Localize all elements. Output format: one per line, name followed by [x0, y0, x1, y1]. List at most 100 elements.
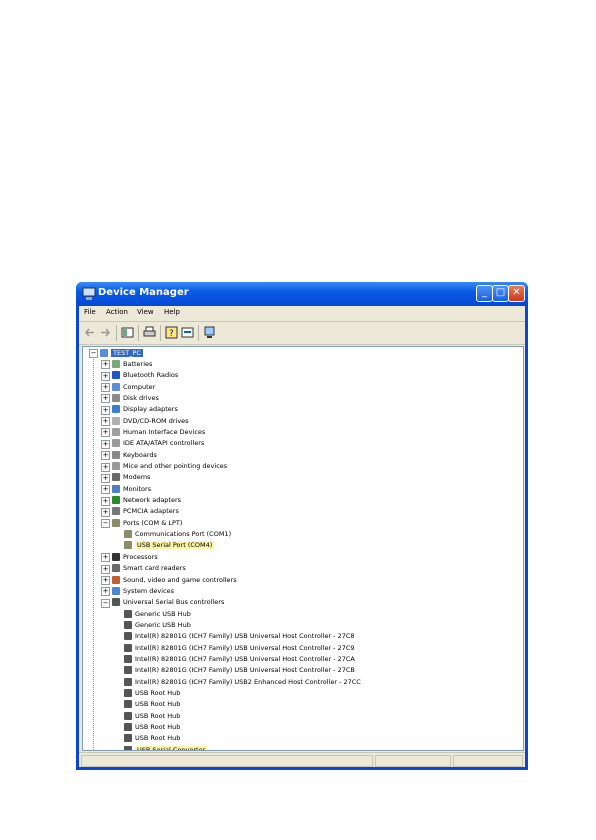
tree-category[interactable]: Batteries: [112, 359, 152, 370]
tree-category[interactable]: Sound, video and game controllers: [112, 575, 237, 586]
tree-category[interactable]: PCMCIA adapters: [112, 506, 179, 517]
back-icon[interactable]: [83, 326, 96, 339]
expand-toggle[interactable]: +: [101, 496, 110, 506]
menu-file[interactable]: File: [84, 308, 96, 316]
expand-toggle[interactable]: +: [101, 405, 110, 415]
expand-toggle[interactable]: +: [101, 439, 110, 449]
computer-icon: [100, 348, 108, 357]
tree-category[interactable]: System devices: [112, 586, 174, 597]
menu-action[interactable]: Action: [106, 308, 128, 316]
pcmcia-icon: [112, 507, 120, 516]
expand-toggle[interactable]: +: [101, 553, 110, 563]
tree-device[interactable]: USB Root Hub: [124, 699, 180, 710]
tree-category[interactable]: Processors: [112, 552, 158, 563]
tree-device[interactable]: Intel(R) 82801G (ICH7 Family) USB Univer…: [124, 654, 355, 665]
tree-root[interactable]: TEST_PC: [100, 348, 143, 359]
tree-label: Bluetooth Radios: [123, 371, 179, 380]
usb-icon: [124, 609, 132, 618]
tree-label: TEST_PC: [111, 348, 143, 357]
tree-category[interactable]: Network adapters: [112, 495, 181, 506]
tree-device[interactable]: Intel(R) 82801G (ICH7 Family) USB Univer…: [124, 631, 355, 642]
tree-device[interactable]: USB Serial Converter: [124, 745, 208, 750]
usb-icon: [124, 711, 132, 720]
tree-device[interactable]: USB Root Hub: [124, 688, 180, 699]
sound-icon: [112, 575, 120, 584]
menu-view[interactable]: View: [137, 308, 154, 316]
tree-label: Generic USB Hub: [135, 609, 191, 618]
tree-category[interactable]: Human Interface Devices: [112, 427, 205, 438]
expand-toggle[interactable]: −: [101, 519, 110, 529]
menu-help[interactable]: Help: [164, 308, 180, 316]
tree-label: Intel(R) 82801G (ICH7 Family) USB Univer…: [135, 632, 355, 641]
minimize-button[interactable]: _: [476, 285, 493, 302]
usb-icon: [124, 632, 132, 641]
expand-toggle[interactable]: +: [101, 462, 110, 472]
status-pane: [375, 755, 451, 767]
tree-device[interactable]: USB Root Hub: [124, 733, 180, 744]
tree-category[interactable]: Ports (COM & LPT): [112, 518, 182, 529]
tree-device[interactable]: Communications Port (COM1): [124, 529, 231, 540]
tree-category[interactable]: Monitors: [112, 484, 151, 495]
tree-category[interactable]: Modems: [112, 472, 150, 483]
tree-label: USB Root Hub: [135, 689, 181, 697]
device-tree[interactable]: − TEST_PC + Batteries + Bluetooth Radios + Comp…: [82, 346, 524, 751]
port-icon: [112, 518, 120, 527]
tree-label: PCMCIA adapters: [123, 507, 179, 516]
expand-toggle[interactable]: +: [101, 394, 110, 404]
expand-toggle[interactable]: +: [101, 564, 110, 574]
tree-category[interactable]: Disk drives: [112, 393, 159, 404]
usb-icon: [124, 689, 132, 697]
expand-toggle[interactable]: −: [101, 598, 110, 608]
tree-category[interactable]: Bluetooth Radios: [112, 370, 178, 381]
expand-toggle[interactable]: +: [101, 507, 110, 517]
tree-label: Mice and other pointing devices: [123, 462, 228, 470]
tree-label: Generic USB Hub: [135, 620, 191, 629]
update-driver-icon[interactable]: [181, 326, 194, 339]
expand-toggle[interactable]: +: [101, 417, 110, 427]
tree-category[interactable]: Computer: [112, 382, 155, 393]
tree-device[interactable]: USB Root Hub: [124, 722, 180, 733]
expand-toggle[interactable]: +: [101, 428, 110, 438]
tree-category[interactable]: Mice and other pointing devices: [112, 461, 227, 472]
forward-icon[interactable]: [99, 326, 112, 339]
tree-device[interactable]: Generic USB Hub: [124, 609, 191, 620]
expand-toggle[interactable]: +: [101, 383, 110, 393]
print-icon[interactable]: [143, 326, 156, 339]
menu-bar: File Action View Help: [79, 306, 525, 322]
tree-label: Keyboards: [123, 450, 157, 459]
tree-category[interactable]: Universal Serial Bus controllers: [112, 597, 224, 608]
expand-toggle[interactable]: +: [101, 473, 110, 483]
tree-category[interactable]: IDE ATA/ATAPI controllers: [112, 438, 204, 449]
scan-hardware-icon[interactable]: [203, 326, 216, 339]
tree-device[interactable]: Intel(R) 82801G (ICH7 Family) USB Univer…: [124, 643, 355, 654]
tree-category[interactable]: Smart card readers: [112, 563, 186, 574]
expand-toggle[interactable]: +: [101, 451, 110, 461]
tree-label: Processors: [123, 552, 158, 561]
tree-category[interactable]: Display adapters: [112, 404, 178, 415]
help-icon[interactable]: ?: [165, 326, 178, 339]
status-pane: [453, 755, 523, 767]
usb-icon: [124, 666, 132, 675]
expand-toggle[interactable]: +: [101, 371, 110, 381]
maximize-button[interactable]: □: [492, 285, 509, 302]
properties-view-icon[interactable]: [121, 326, 134, 339]
bluetooth-icon: [112, 371, 120, 380]
expand-toggle[interactable]: +: [101, 360, 110, 370]
tree-device[interactable]: USB Serial Port (COM4): [124, 540, 215, 551]
title-bar[interactable]: Device Manager _ □ ✕: [76, 282, 528, 306]
tree-device[interactable]: Intel(R) 82801G (ICH7 Family) USB Univer…: [124, 665, 355, 676]
expand-toggle[interactable]: +: [101, 587, 110, 597]
smartcard-icon: [112, 564, 120, 573]
expand-toggle[interactable]: +: [101, 485, 110, 495]
tree-category[interactable]: Keyboards: [112, 450, 157, 461]
expand-toggle[interactable]: +: [101, 576, 110, 585]
tree-device[interactable]: Intel(R) 82801G (ICH7 Family) USB2 Enhan…: [124, 677, 361, 688]
port-icon: [124, 541, 132, 550]
tree-device[interactable]: USB Root Hub: [124, 711, 180, 722]
tree-device[interactable]: Generic USB Hub: [124, 620, 191, 631]
tree-category[interactable]: DVD/CD-ROM drives: [112, 416, 189, 427]
device-manager-window: Device Manager _ □ ✕ File Action View He…: [76, 282, 528, 770]
close-button[interactable]: ✕: [508, 285, 525, 302]
status-pane: [81, 755, 373, 767]
expand-toggle[interactable]: −: [89, 349, 98, 358]
